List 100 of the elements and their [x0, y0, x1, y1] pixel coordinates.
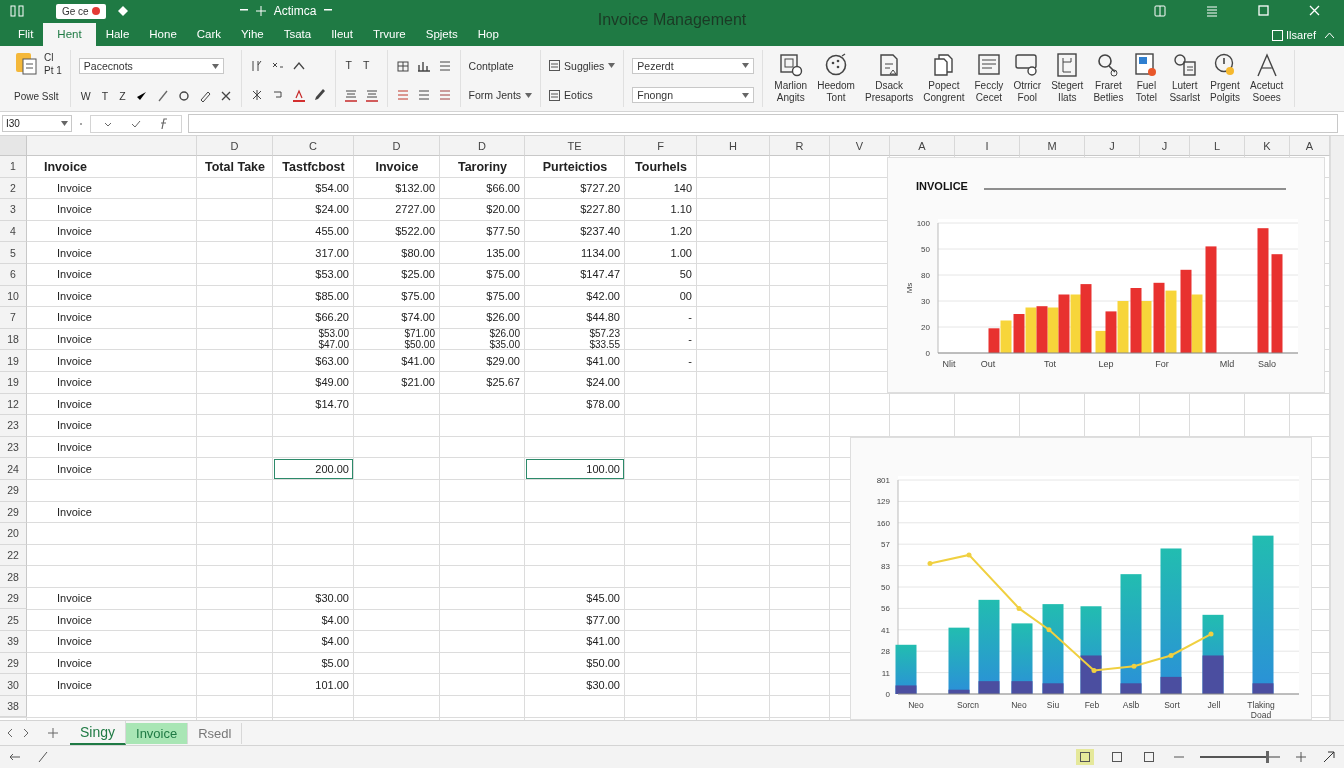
row-header[interactable]: 7 — [0, 307, 27, 329]
ribbon-button[interactable]: Acetuct Soees — [1247, 52, 1287, 103]
column-header[interactable]: TE — [525, 136, 625, 156]
row-header[interactable]: 6 — [0, 263, 27, 286]
ribbon-button[interactable]: Popect Congrent — [920, 52, 968, 103]
row-header[interactable]: 18 — [0, 328, 27, 351]
slider-thumb[interactable] — [1266, 751, 1269, 763]
row-header[interactable]: 20 — [0, 523, 27, 545]
column-header[interactable]: J — [1140, 136, 1190, 156]
paste-button[interactable]: Powe Sslt — [14, 86, 62, 107]
ribbon-tab[interactable]: Hop — [467, 24, 509, 46]
ribbon-button[interactable]: Heedom Tont — [814, 52, 858, 103]
font-select[interactable]: Pacecnots — [78, 58, 224, 75]
row-header[interactable]: 2 — [0, 177, 27, 200]
sheet-tab[interactable]: Invoice — [126, 722, 189, 744]
column-header[interactable]: D — [440, 136, 525, 156]
ribbon-button[interactable]: Stegert Ilats — [1048, 52, 1087, 103]
ribbon-tab[interactable]: Spjets — [415, 24, 468, 46]
row-header[interactable]: 10 — [0, 285, 27, 308]
column-header[interactable]: C — [273, 136, 354, 156]
row-header[interactable]: 29 — [0, 501, 27, 524]
column-header[interactable]: A — [1290, 136, 1330, 156]
ribbon-tab[interactable]: Flit — [8, 24, 44, 46]
row-header[interactable]: 22 — [0, 544, 27, 567]
ribbon-button[interactable]: Feccly Cecet — [971, 52, 1007, 103]
panel-icon[interactable] — [10, 5, 24, 17]
ribbon-tab[interactable]: Ileut — [321, 24, 363, 46]
column-header[interactable]: L — [1190, 136, 1245, 156]
row-header[interactable]: 3 — [0, 199, 27, 221]
row-header[interactable]: 28 — [0, 566, 27, 588]
column-header[interactable]: F — [625, 136, 697, 156]
style-command[interactable]: Form Jents — [468, 89, 533, 102]
row-header[interactable]: 29 — [0, 479, 27, 502]
book-icon[interactable] — [1154, 5, 1166, 17]
column-header[interactable]: M — [1020, 136, 1085, 156]
row-header[interactable]: 19 — [0, 350, 27, 372]
ribbon-button[interactable]: Lutert Ssarlst — [1166, 52, 1203, 103]
list-command[interactable]: Sugglies — [549, 59, 616, 72]
row-header[interactable]: 4 — [0, 220, 27, 243]
column-header[interactable]: D — [197, 136, 273, 156]
format-select[interactable]: Fnongn — [632, 87, 755, 104]
menu-icon[interactable] — [1206, 5, 1218, 17]
clipboard-icon[interactable] — [14, 50, 38, 76]
row-header[interactable]: 19 — [0, 371, 27, 394]
align-icon[interactable] — [343, 87, 358, 102]
ribbon-button[interactable]: Fraret Betlies — [1090, 52, 1127, 103]
column-header[interactable]: A — [890, 136, 955, 156]
row-header[interactable]: 12 — [0, 393, 27, 416]
column-header[interactable]: D — [354, 136, 440, 156]
lines-icon[interactable] — [416, 88, 431, 103]
format-select[interactable]: Pezerdt — [632, 57, 755, 74]
ring-icon[interactable] — [176, 88, 191, 103]
align-icon[interactable] — [364, 87, 379, 102]
row-header[interactable]: 29 — [0, 652, 27, 675]
ribbon-tab[interactable]: Hent — [43, 23, 96, 46]
row-header[interactable]: 24 — [0, 458, 27, 480]
dash-icon[interactable] — [324, 9, 333, 13]
sheet-tab[interactable]: Rsedl — [188, 722, 243, 744]
formula-field[interactable] — [188, 114, 1338, 133]
table-icon[interactable] — [395, 58, 410, 73]
row-header[interactable]: 25 — [0, 609, 27, 632]
ribbon-button[interactable]: Marlion Angits — [771, 52, 811, 103]
view-button[interactable] — [1076, 749, 1094, 765]
font-color-icon[interactable] — [291, 88, 306, 103]
autosave-button[interactable]: Ge ce — [56, 3, 106, 19]
column-header[interactable]: J — [1085, 136, 1140, 156]
format-button[interactable]: T — [99, 89, 111, 102]
row-header[interactable]: 30 — [0, 674, 27, 696]
collapse-icon[interactable] — [1325, 32, 1334, 38]
column-header[interactable]: K — [1245, 136, 1290, 156]
brush-icon[interactable] — [312, 88, 327, 103]
list-command[interactable]: Eotics — [549, 89, 616, 102]
ribbon-button[interactable]: Dsack Presaports — [861, 52, 917, 103]
diamond-icon[interactable] — [117, 6, 128, 16]
ribbon-button[interactable]: Otrricr Fool — [1010, 52, 1045, 103]
fit-icon[interactable] — [1322, 750, 1336, 764]
row-header[interactable]: 29 — [0, 587, 27, 610]
ribbon-button[interactable]: Fuel Totel — [1130, 52, 1163, 103]
ribbon-button[interactable]: Prgent Polgits — [1207, 52, 1243, 103]
slash-icon[interactable] — [36, 750, 50, 764]
checkbox[interactable] — [1272, 29, 1284, 41]
close-icon[interactable] — [1309, 5, 1320, 16]
row-header[interactable]: 23 — [0, 436, 27, 459]
type-button[interactable]: T — [343, 59, 354, 72]
style-command[interactable]: Contplate — [468, 59, 533, 72]
zoom-in-icon[interactable] — [1294, 750, 1308, 764]
row-header[interactable]: 38 — [0, 695, 27, 718]
ribbon-tab[interactable]: Cark — [186, 24, 232, 46]
ribbon-tab[interactable]: Trvure — [362, 24, 416, 46]
ribbon-tab[interactable]: Tsata — [273, 24, 322, 46]
ribbon-tab[interactable]: Yihe — [231, 24, 274, 46]
column-header[interactable]: I — [955, 136, 1020, 156]
row-header[interactable]: 39 — [0, 631, 27, 653]
format-button[interactable]: W — [78, 89, 93, 102]
name-box[interactable]: I30 — [2, 115, 72, 132]
row-header[interactable]: 1 — [0, 156, 27, 178]
column-header[interactable]: R — [770, 136, 830, 156]
type-button[interactable]: T — [361, 59, 372, 72]
format-button[interactable]: Z — [117, 89, 128, 102]
row-header[interactable]: 23 — [0, 415, 27, 437]
